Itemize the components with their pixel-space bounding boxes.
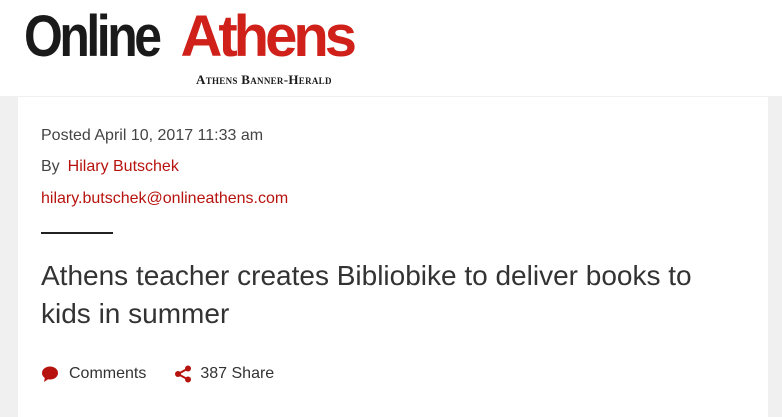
post-date: Posted April 10, 2017 11:33 am [41, 127, 264, 144]
article-card: Posted April 10, 2017 11:33 am By Hilary … [18, 97, 768, 417]
logo-athens: Athens [180, 4, 357, 69]
comment-bubble-icon [41, 365, 59, 383]
site-header: Online Athens Athens Banner-Herald [0, 0, 782, 96]
by-label: By [41, 158, 60, 175]
logo-subtitle: Athens Banner-Herald [196, 72, 332, 88]
share-icon [174, 365, 192, 383]
article-actions: Comments 387 Share [41, 365, 274, 383]
author-link[interactable]: Hilary Butschek [68, 158, 179, 175]
logo-wordmark: Online Athens [24, 4, 357, 69]
comments-label: Comments [69, 365, 147, 382]
share-button[interactable]: 387 Share [174, 365, 274, 383]
article-title: Athens teacher creates Bibliobike to del… [41, 260, 692, 329]
comments-button[interactable]: Comments [41, 365, 146, 383]
share-count-label: 387 Share [200, 365, 275, 382]
logo-subtitle-text: Athens Banner-Herald [196, 72, 332, 87]
logo-online: Online [24, 4, 162, 69]
byline: By Hilary Butschek [41, 158, 179, 176]
site-logo[interactable]: Online Athens [24, 4, 357, 69]
author-email-link[interactable]: hilary.butschek@onlineathens.com [41, 190, 288, 208]
divider [41, 232, 113, 234]
